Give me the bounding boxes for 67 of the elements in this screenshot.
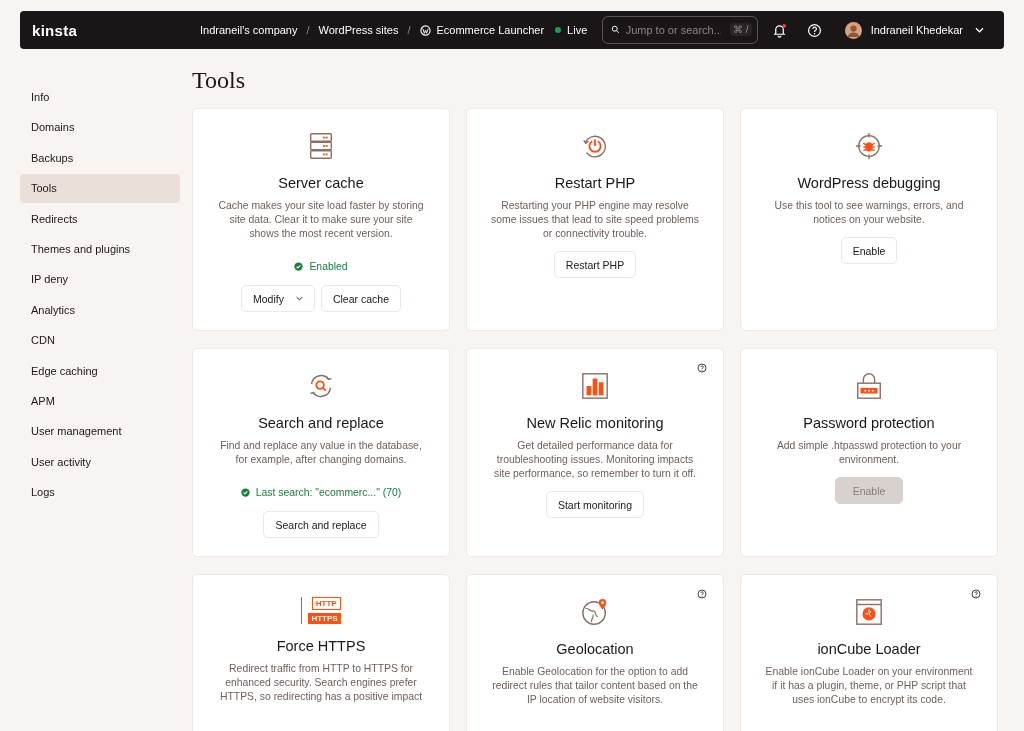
user-name[interactable]: Indraneil Khedekar <box>870 24 963 36</box>
card-title: Search and replace <box>258 415 384 431</box>
sidebar-item[interactable]: User management <box>20 417 180 446</box>
sidebar-item[interactable]: Edge caching <box>20 356 180 385</box>
card-description: Cache makes your site load faster by storing site data. Clear it to make sure your site shows the most recent version. <box>217 199 425 241</box>
card-description: Enable Geolocation for the option to add redirect rules that tailor content based on the IP location of website visitors. <box>491 665 699 707</box>
breadcrumb-separator: / <box>407 24 411 36</box>
avatar[interactable] <box>844 21 862 39</box>
check-circle-icon <box>240 488 250 497</box>
sidebar-item[interactable]: Backups <box>20 143 180 173</box>
chevron-down-icon <box>295 296 303 301</box>
action-button[interactable]: Enable <box>840 237 898 264</box>
lock-icon <box>854 371 884 401</box>
sidebar-item[interactable]: User activity <box>20 447 180 477</box>
status-text: Enabled <box>309 261 348 272</box>
sidebar-item[interactable]: Analytics <box>20 295 180 325</box>
action-button[interactable]: Start monitoring <box>545 491 645 518</box>
card-description: Find and replace any value in the database, for example, after changing domains. <box>219 439 423 467</box>
sidebar-item[interactable]: Info <box>20 83 180 112</box>
card-title: Force HTTPS <box>276 638 366 654</box>
breadcrumb-separator: / <box>306 24 310 36</box>
card-title: ionCube Loader <box>817 641 921 657</box>
card-description: Restarting your PHP engine may resolve some issues that lead to site speed problems or connectivity trouble. <box>490 199 700 241</box>
card-title: New Relic monitoring <box>526 415 664 431</box>
wordpress-icon <box>419 24 431 36</box>
breadcrumb-link[interactable]: WordPress sites <box>318 24 399 36</box>
action-button[interactable]: Restart PHP <box>553 251 637 278</box>
help-icon[interactable] <box>971 589 981 599</box>
sidebar-item[interactable]: IP deny <box>20 265 180 294</box>
help-icon[interactable] <box>697 363 707 373</box>
logo[interactable]: kinsta <box>32 21 182 39</box>
card-title: Restart PHP <box>554 175 636 191</box>
sidebar-item[interactable]: APM <box>20 386 180 416</box>
card-description: Get detailed performance data for troubleshooting issues. Monitoring impacts site performance, so remember to turn it off. <box>493 439 697 481</box>
help-icon[interactable] <box>697 589 707 599</box>
sidebar-item[interactable]: Logs <box>20 478 180 507</box>
breadcrumb-link[interactable]: Ecommerce Launcher <box>436 24 545 36</box>
site-status: Live <box>567 24 588 36</box>
bar-chart-icon <box>580 371 610 401</box>
breadcrumb-link[interactable]: Indraneil's company <box>200 24 298 36</box>
action-button[interactable]: Search and replace <box>263 511 379 538</box>
search-icon <box>610 25 620 34</box>
card-title: Geolocation <box>556 641 634 657</box>
card-description: Redirect traffic from HTTP to HTTPS for enhanced security. Search engines prefer HTTPS, so redirecting has a positive impact <box>218 662 424 704</box>
browser-window-icon <box>854 597 884 627</box>
icon-label: HTTPS <box>308 613 341 624</box>
chevron-down-icon[interactable] <box>975 27 984 33</box>
sidebar-item[interactable]: Themes and plugins <box>20 234 180 264</box>
sidebar-item[interactable]: CDN <box>20 326 180 355</box>
card-description: Enable ionCube Loader on your environment if it has a plugin, theme, or PHP script that uses ionCube to encrypt its code. <box>764 665 974 707</box>
card-title: Server cache <box>278 175 364 191</box>
action-button[interactable]: Clear cache <box>320 285 401 312</box>
status-text: Last search: "ecommerc..." (70) <box>255 487 402 498</box>
notifications-icon[interactable] <box>771 22 787 38</box>
sidebar-item[interactable]: Domains <box>20 113 180 142</box>
page-title: Tools <box>192 67 246 94</box>
card-description: Use this tool to see warnings, errors, and notices on your website. <box>773 199 965 227</box>
card-title: WordPress debugging <box>797 175 941 191</box>
bug-icon <box>854 131 884 161</box>
sidebar-item[interactable]: Redirects <box>20 204 180 233</box>
icon-label: HTTP <box>311 597 341 610</box>
sidebar-item[interactable]: Tools <box>20 174 180 203</box>
check-circle-icon <box>294 262 304 271</box>
shortcut-hint: ⌘ / <box>730 23 752 36</box>
dropdown-button[interactable]: Modify <box>241 285 315 312</box>
card-description: Add simple .htpasswd protection to your environment. <box>775 439 963 467</box>
card-title: Password protection <box>803 415 935 431</box>
